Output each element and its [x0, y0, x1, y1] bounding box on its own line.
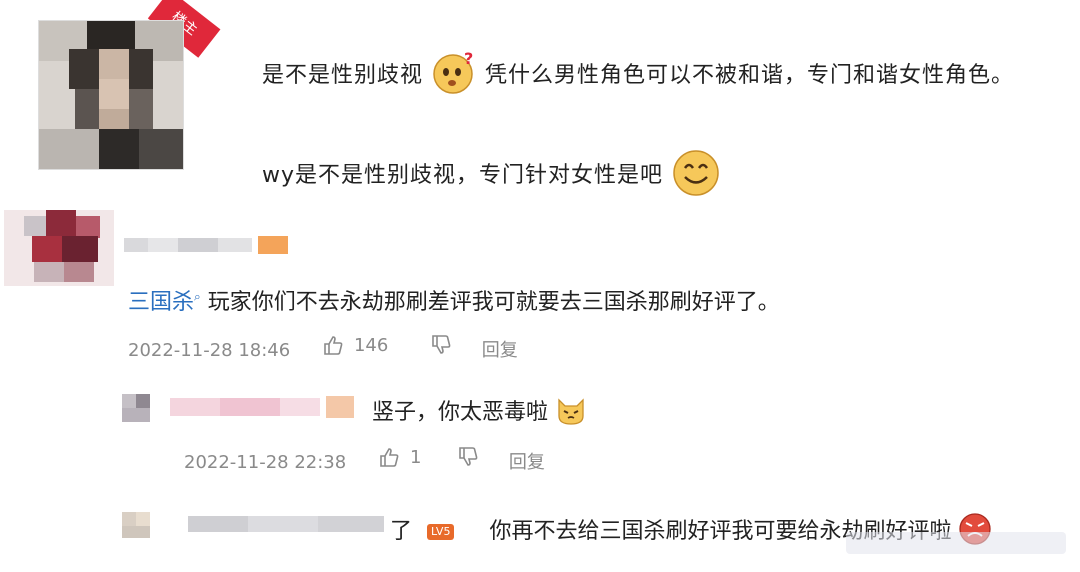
reply1-body: 竖子，你太恶毒啦 — [372, 394, 587, 432]
mention-link[interactable]: 三国杀 — [128, 290, 194, 315]
blurred-reply2-user — [122, 512, 384, 538]
reply2-user-blurred[interactable] — [122, 508, 392, 546]
pixelated-avatar-image — [39, 21, 183, 169]
op-avatar[interactable] — [38, 20, 184, 170]
confused-emoji-icon: ? — [431, 49, 477, 102]
reply1-like-button[interactable]: 1 — [378, 446, 421, 468]
commenter-avatar[interactable] — [4, 210, 114, 286]
comment-text: 玩家你们不去永劫那刷差评我可就要去三国杀那刷好评了。 — [207, 290, 780, 315]
cat-emoji-icon — [555, 394, 587, 432]
reply1-dislike-button[interactable] — [457, 446, 479, 468]
op-text-part2: 凭什么男性角色可以不被和谐，专门和谐女性角色。 — [485, 63, 1015, 88]
reply1-timestamp: 2022-11-28 22:38 — [184, 452, 347, 473]
op-text-line1: 是不是性别歧视 ? 凭什么男性角色可以不被和谐，专门和谐女性角色。 — [262, 49, 1015, 102]
reply2-prefix: 了 — [390, 519, 413, 544]
thumbs-down-icon — [459, 447, 478, 466]
dislike-button[interactable] — [430, 334, 452, 356]
thumbs-up-icon — [324, 336, 343, 355]
comment-body: 三国杀⌕ 玩家你们不去永劫那刷差评我可就要去三国杀那刷好评了。 — [128, 284, 780, 316]
blurred-reply-user — [122, 394, 354, 422]
like-count: 146 — [353, 334, 389, 356]
op-text-line2-content: wy是不是性别歧视，专门针对女性是吧 — [262, 163, 664, 188]
commenter-name-blurred[interactable] — [124, 234, 294, 260]
blurred-username — [124, 236, 288, 254]
comment-meta: 2022-11-28 18:46 146 回复 — [128, 334, 518, 362]
thumbs-down-icon — [432, 335, 451, 354]
svg-text:?: ? — [464, 50, 474, 68]
level-badge: LV5 — [427, 524, 455, 540]
smile-emoji-icon — [671, 148, 721, 204]
reply1-reply-button[interactable]: 回复 — [509, 452, 545, 473]
blurred-avatar-image — [4, 210, 114, 286]
watermark-logo — [846, 526, 1066, 568]
op-text-part1: 是不是性别歧视 — [262, 63, 424, 88]
reply-button[interactable]: 回复 — [482, 340, 518, 361]
reply1-user-blurred[interactable] — [122, 392, 362, 430]
thumbs-up-icon — [380, 448, 399, 467]
search-icon: ⌕ — [194, 289, 201, 304]
reply1-text: 竖子，你太恶毒啦 — [372, 400, 549, 425]
op-text-line2: wy是不是性别歧视，专门针对女性是吧 — [262, 148, 721, 204]
reply1-like-count: 1 — [409, 446, 422, 468]
like-button[interactable]: 146 — [322, 334, 388, 356]
reply1-meta: 2022-11-28 22:38 1 回复 — [184, 446, 545, 474]
comment-timestamp: 2022-11-28 18:46 — [128, 340, 291, 361]
